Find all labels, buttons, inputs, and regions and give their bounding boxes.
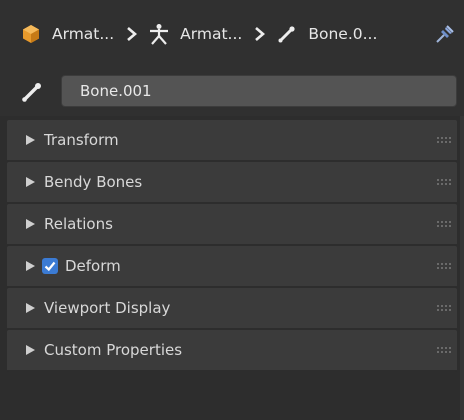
expand-arrow-icon bbox=[26, 345, 35, 355]
section-label: Transform bbox=[44, 131, 119, 149]
bone-icon bbox=[20, 80, 44, 104]
bone-name-field[interactable]: Bone.001 bbox=[61, 75, 457, 107]
bone-name-row: Bone.001 bbox=[0, 68, 464, 116]
bone-properties-panel: Armat... Armat... Bone.0... Bone.001 Tra… bbox=[0, 0, 464, 420]
breadcrumb-item-armature-object[interactable]: Armat... bbox=[20, 23, 114, 45]
armature-data-icon bbox=[148, 23, 170, 45]
armature-object-icon bbox=[20, 23, 42, 45]
section-label: Relations bbox=[44, 215, 113, 233]
section-relations[interactable]: Relations bbox=[7, 204, 457, 246]
expand-arrow-icon bbox=[26, 177, 35, 187]
drag-handle-icon[interactable] bbox=[437, 263, 451, 269]
pin-icon[interactable] bbox=[434, 23, 456, 45]
section-transform[interactable]: Transform bbox=[7, 120, 457, 162]
breadcrumb: Armat... Armat... Bone.0... bbox=[0, 0, 464, 68]
checkmark-icon bbox=[44, 261, 56, 272]
breadcrumb-label: Armat... bbox=[52, 25, 115, 43]
expand-arrow-icon bbox=[26, 303, 35, 313]
section-viewport-display[interactable]: Viewport Display bbox=[7, 288, 457, 330]
section-bendy-bones[interactable]: Bendy Bones bbox=[7, 162, 457, 204]
chevron-right-icon bbox=[126, 26, 138, 42]
section-label: Bendy Bones bbox=[44, 173, 143, 191]
breadcrumb-item-armature-data[interactable]: Armat... bbox=[148, 23, 242, 45]
drag-handle-icon[interactable] bbox=[437, 179, 451, 185]
breadcrumb-label: Armat... bbox=[180, 25, 243, 43]
expand-arrow-icon bbox=[26, 135, 35, 145]
section-label: Viewport Display bbox=[44, 299, 171, 317]
section-custom-properties[interactable]: Custom Properties bbox=[7, 330, 457, 372]
section-label: Custom Properties bbox=[44, 341, 183, 359]
breadcrumb-label: Bone.0... bbox=[308, 25, 378, 43]
drag-handle-icon[interactable] bbox=[437, 221, 451, 227]
section-label: Deform bbox=[65, 257, 121, 275]
deform-checkbox[interactable] bbox=[42, 258, 58, 274]
bone-icon bbox=[276, 23, 298, 45]
section-deform[interactable]: Deform bbox=[7, 246, 457, 288]
drag-handle-icon[interactable] bbox=[437, 137, 451, 143]
chevron-right-icon bbox=[254, 26, 266, 42]
expand-arrow-icon bbox=[26, 261, 35, 271]
scroll-gutter bbox=[460, 116, 464, 420]
drag-handle-icon[interactable] bbox=[437, 347, 451, 353]
expand-arrow-icon bbox=[26, 219, 35, 229]
property-sections: Transform Bendy Bones Relations Deform V… bbox=[7, 120, 457, 372]
breadcrumb-item-bone[interactable]: Bone.0... bbox=[276, 23, 377, 45]
drag-handle-icon[interactable] bbox=[437, 305, 451, 311]
